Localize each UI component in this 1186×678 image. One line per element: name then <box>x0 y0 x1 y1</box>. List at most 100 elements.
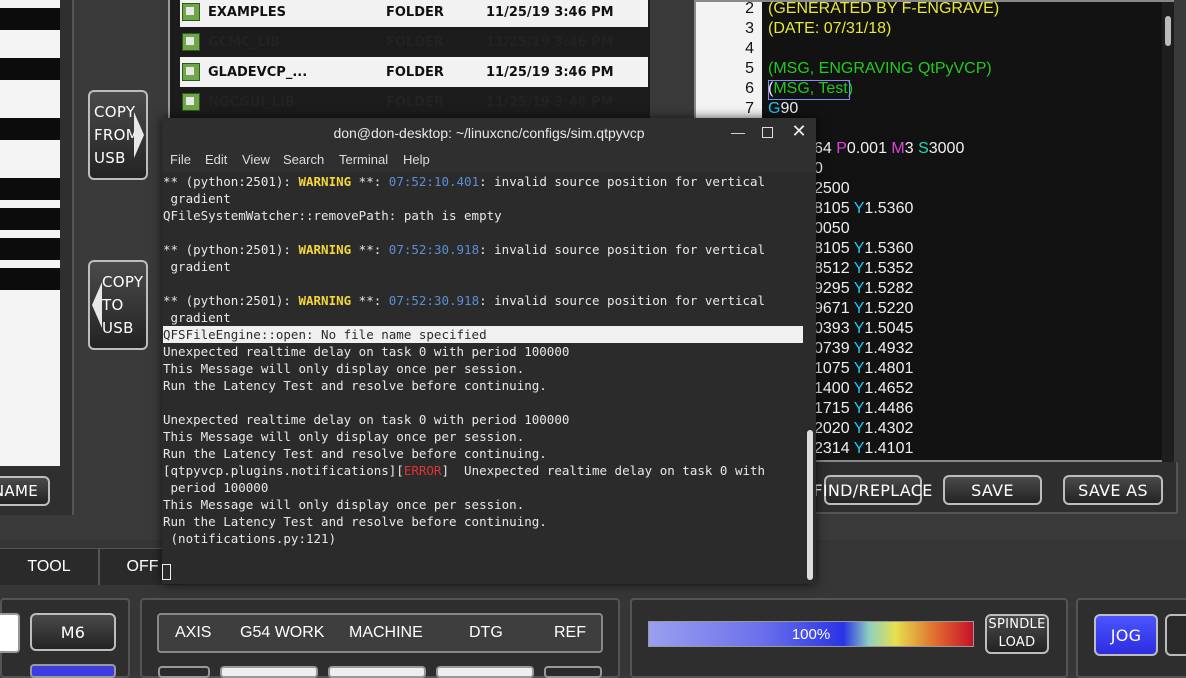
menu-search[interactable]: Search <box>283 152 324 167</box>
list-row[interactable] <box>0 178 60 200</box>
tool-number-input[interactable] <box>0 613 20 653</box>
menu-file[interactable]: File <box>170 152 191 167</box>
close-icon[interactable]: ✕ <box>791 122 807 140</box>
terminal-text: QFileSystemWatcher::removePath: path is … <box>163 208 502 223</box>
list-row[interactable] <box>0 8 60 30</box>
file-type: FOLDER <box>386 64 444 80</box>
left-file-list[interactable] <box>0 0 60 466</box>
menu-help[interactable]: Help <box>403 152 430 167</box>
code-token: 2020 <box>814 420 854 437</box>
terminal-text: This Message will only display once per … <box>163 429 525 444</box>
save-button[interactable]: SAVE <box>943 475 1042 505</box>
m6-button[interactable]: M6 <box>30 613 116 651</box>
code-line[interactable]: 9295 Y1.5282 <box>814 280 913 298</box>
code-line[interactable]: 8512 Y1.5352 <box>814 260 913 278</box>
list-row[interactable] <box>0 58 60 80</box>
terminal-output[interactable]: ** (python:2501): WARNING **: 07:52:10.4… <box>162 172 806 584</box>
editor-scrollbar-thumb[interactable] <box>1165 16 1171 46</box>
code-token: Y <box>853 420 865 437</box>
arrow-left-icon <box>92 282 102 328</box>
code-line[interactable]: 2314 Y1.4101 <box>814 440 913 458</box>
terminal-text: ** (python:2501): <box>163 174 299 189</box>
code-line[interactable]: (MSG, ENGRAVING QtPyVCP) <box>768 60 992 78</box>
terminal-title-bar[interactable]: don@don-desktop: ~/linuxcnc/configs/sim.… <box>162 118 816 148</box>
code-line[interactable]: 2020 Y1.4302 <box>814 420 913 438</box>
tab-g54-work[interactable]: G54 WORK <box>240 624 324 642</box>
dro-field[interactable] <box>220 666 318 678</box>
spindle-load-value: 100% <box>791 625 831 643</box>
copy-to-usb-button[interactable]: COPY TO USB <box>88 260 148 350</box>
code-line[interactable]: 8105 Y1.5360 <box>814 240 913 258</box>
terminal-text: Unexpected realtime delay on task 0 with… <box>163 344 570 359</box>
dro-button[interactable] <box>544 666 602 678</box>
code-line[interactable]: 0739 Y1.4932 <box>814 340 913 358</box>
name-button[interactable]: NAME <box>0 476 50 506</box>
code-token: 1400 <box>814 380 854 397</box>
code-line[interactable]: 9671 Y1.5220 <box>814 300 913 318</box>
copy-from-usb-button[interactable]: COPY FROM USB <box>88 90 148 180</box>
tab-dtg[interactable]: DTG <box>469 624 503 642</box>
code-line[interactable]: G90 <box>768 100 798 118</box>
tab-axis[interactable]: AXIS <box>175 624 211 642</box>
list-row[interactable] <box>0 268 60 290</box>
code-line[interactable]: 1400 Y1.4652 <box>814 380 913 398</box>
code-token: Y <box>853 380 865 397</box>
code-token: 90 <box>780 100 799 117</box>
file-row[interactable]: NGCGUI_LIB FOLDER 11/25/19 3:46 PM <box>180 87 648 117</box>
code-line[interactable]: 1075 Y1.4801 <box>814 360 913 378</box>
dro-button[interactable] <box>158 666 210 678</box>
code-token: Y <box>853 280 865 297</box>
tab-machine[interactable]: MACHINE <box>349 624 423 642</box>
dro-field[interactable] <box>328 666 426 678</box>
menu-terminal[interactable]: Terminal <box>339 152 388 167</box>
tab-ref[interactable]: REF <box>554 624 586 642</box>
file-row[interactable]: EXAMPLES FOLDER 11/25/19 3:46 PM <box>180 0 648 27</box>
terminal-text: ] Unexpected realtime delay on task 0 wi… <box>441 463 766 478</box>
editor-scrollbar[interactable] <box>1162 2 1174 462</box>
list-row[interactable] <box>0 208 60 230</box>
code-line[interactable]: 8105 Y1.5360 <box>814 200 913 218</box>
menu-edit[interactable]: Edit <box>205 152 227 167</box>
terminal-text: period 100000 <box>163 480 269 495</box>
tool-action-button[interactable] <box>30 664 116 678</box>
code-line[interactable]: 2500 <box>814 180 850 198</box>
terminal-text: This Message will only display once per … <box>163 497 525 512</box>
code-line[interactable]: (DATE: 07/31/18) <box>768 20 891 38</box>
terminal-line: Unexpected realtime delay on task 0 with… <box>163 343 569 360</box>
jog-button[interactable]: JOG <box>1094 614 1158 656</box>
code-token: Y <box>853 260 865 277</box>
terminal-line: This Message will only display once per … <box>163 428 524 445</box>
terminal-text: : invalid source position for vertical <box>479 242 766 257</box>
code-line[interactable]: 64 P0.001 M3 S3000 <box>814 140 964 158</box>
terminal-text: Run the Latency Test and resolve before … <box>163 446 547 461</box>
tool-tab[interactable]: TOOL <box>0 549 100 585</box>
dro-field[interactable] <box>436 666 534 678</box>
code-token: 1.4652 <box>864 380 914 397</box>
code-line[interactable]: 0393 Y1.5045 <box>814 320 913 338</box>
file-date: 11/25/19 3:46 PM <box>486 34 614 50</box>
code-token: 1.4801 <box>864 360 914 377</box>
line-number: 6 <box>745 80 754 97</box>
terminal-window[interactable]: don@don-desktop: ~/linuxcnc/configs/sim.… <box>162 118 816 584</box>
file-row[interactable]: GCMC_LIB FOLDER 11/25/19 3:46 PM <box>180 27 648 57</box>
save-as-button[interactable]: SAVE AS <box>1063 475 1163 505</box>
find-replace-button[interactable]: FIND/REPLACE <box>813 475 932 505</box>
copy-from-usb-line-3: USB <box>94 148 126 167</box>
jog-option-button[interactable] <box>1165 614 1186 656</box>
terminal-line: Unexpected realtime delay on task 0 with… <box>163 411 569 428</box>
terminal-line: period 100000 <box>163 479 269 496</box>
line-number: 3 <box>745 20 754 37</box>
code-line[interactable]: (GENERATED BY F-ENGRAVE) <box>768 0 999 18</box>
minimize-icon[interactable]: — <box>730 125 746 141</box>
terminal-text: This Message will only display once per … <box>163 361 525 376</box>
copy-to-usb-line-2: TO <box>102 295 124 314</box>
list-row[interactable] <box>0 238 60 260</box>
file-row[interactable]: GLADEVCP_... FOLDER 11/25/19 3:46 PM <box>180 57 648 87</box>
menu-view[interactable]: View <box>242 152 270 167</box>
code-line[interactable]: 1715 Y1.4486 <box>814 400 913 418</box>
list-row[interactable] <box>0 118 60 140</box>
file-browser: EXAMPLES FOLDER 11/25/19 3:46 PM GCMC_LI… <box>168 0 654 118</box>
maximize-icon[interactable] <box>762 127 773 138</box>
code-line[interactable]: 0050 <box>814 220 850 238</box>
terminal-scrollbar-thumb[interactable] <box>807 430 813 580</box>
